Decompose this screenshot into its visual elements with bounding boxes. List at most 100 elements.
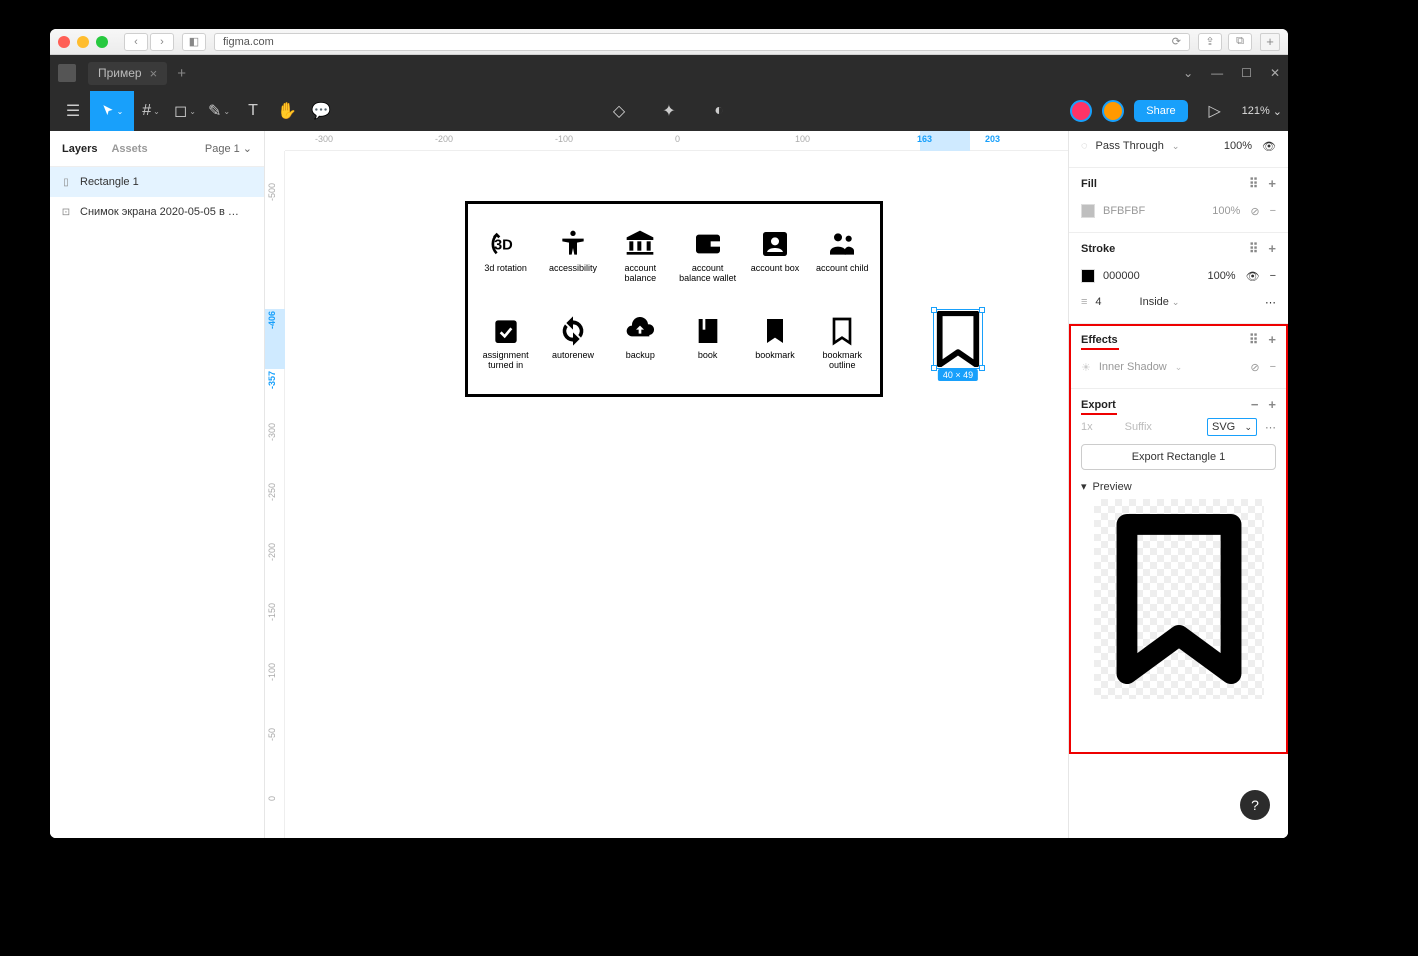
icon-row: assignment turned in autorenew backup bo… [472,315,876,371]
ruler-tick: -100 [267,663,277,681]
menu-button[interactable]: ☰ [56,91,90,131]
fullscreen-window-icon[interactable] [96,36,108,48]
layer-row[interactable]: ⊡ Снимок экрана 2020-05-05 в 00.... [50,197,264,227]
ruler-vertical: -500 -406 -357 -300 -250 -200 -150 -100 … [265,151,285,838]
present-button[interactable]: ▷ [1198,91,1232,131]
toolbar-right: Share ▷ 121% ⌄ [1070,91,1282,131]
reload-icon[interactable]: ⟳ [1172,35,1181,48]
tab-close-icon[interactable]: × [150,66,158,81]
chevron-down-icon: ⌄ [243,142,252,155]
add-icon[interactable]: + [1268,176,1276,192]
effect-settings-icon[interactable]: ☀ [1081,361,1091,374]
chevron-down-icon: ⌄ [1172,141,1180,152]
icon-cell: account balance [610,228,670,284]
styles-icon[interactable]: ⠿ [1249,332,1259,348]
resize-handle[interactable] [979,365,985,371]
pages-dropdown[interactable]: Page 1 ⌄ [205,142,252,155]
color-swatch[interactable] [1081,269,1095,283]
toolbar-center: ◇ ✦ ◐ [602,91,736,131]
close-icon[interactable]: ✕ [1270,66,1280,80]
more-icon[interactable]: ⋯ [1265,421,1276,434]
shape-tool[interactable]: ◻⌄ [168,91,202,131]
stroke-align-dropdown[interactable]: Inside ⌄ [1140,296,1180,308]
tab-layers[interactable]: Layers [62,143,97,155]
remove-icon[interactable]: − [1270,270,1276,282]
color-swatch[interactable] [1081,204,1095,218]
zoom-control[interactable]: 121% ⌄ [1242,105,1282,118]
selected-shape[interactable]: 40 × 49 [935,311,981,367]
stroke-weight-value[interactable]: 4 [1095,296,1101,308]
share-button[interactable]: Share [1134,100,1187,122]
ruler-tick: -300 [267,423,277,441]
avatar[interactable] [1102,100,1124,122]
canvas[interactable]: -300 -200 -100 0 100 163 203 -500 -406 -… [265,131,1068,838]
blend-mode-row[interactable]: ◌ Pass Through ⌄ 100% 👁 [1081,133,1276,159]
hidden-icon[interactable]: ⊘ [1250,205,1259,218]
help-button[interactable]: ? [1240,790,1270,820]
icon-label: autorenew [552,351,594,361]
text-tool[interactable]: T [236,91,270,131]
minimize-icon[interactable]: — [1211,66,1223,80]
visibility-icon[interactable]: 👁 [1262,140,1276,153]
styles-icon[interactable]: ⠿ [1249,241,1259,257]
mask-icon[interactable]: ✦ [652,91,686,131]
nav-buttons: ‹ › [124,33,174,51]
resize-handle[interactable] [931,365,937,371]
color-hex: BFBFBF [1103,205,1145,217]
minimize-window-icon[interactable] [77,36,89,48]
styles-icon[interactable]: ⠿ [1249,176,1259,192]
remove-icon[interactable]: − [1251,397,1259,412]
export-format-dropdown[interactable]: SVG ⌄ [1207,418,1257,436]
export-section: Export − + 1x Suffix SVG ⌄ [1069,389,1288,707]
close-window-icon[interactable] [58,36,70,48]
preview-toggle[interactable]: ▾ Preview [1081,480,1276,493]
stroke-color-row[interactable]: 000000 100% 👁 − [1081,263,1276,289]
export-suffix[interactable]: Suffix [1125,421,1152,433]
export-button[interactable]: Export Rectangle 1 [1081,444,1276,470]
add-icon[interactable]: + [1268,332,1276,348]
add-icon[interactable]: + [1268,397,1276,412]
tabs-icon[interactable]: ⧉ [1228,33,1252,51]
document-tab[interactable]: Пример × [88,62,167,85]
remove-icon[interactable]: − [1270,205,1276,217]
sidebar-toggle-button[interactable]: ◧ [182,33,206,51]
share-icon[interactable]: ⇪ [1198,33,1222,51]
avatar[interactable] [1070,100,1092,122]
fill-row[interactable]: BFBFBF 100% ⊘ − [1081,198,1276,224]
visibility-icon[interactable]: 👁 [1246,270,1260,283]
format-value: SVG [1212,421,1235,433]
figma-logo-icon[interactable] [58,64,76,82]
tab-assets[interactable]: Assets [111,143,147,155]
resize-handle[interactable] [979,307,985,313]
hidden-icon[interactable]: ⊘ [1250,361,1259,374]
export-scale[interactable]: 1x [1081,421,1093,433]
account-child-icon [826,228,858,260]
address-bar[interactable]: figma.com ⟳ [214,33,1190,51]
window-controls: ⌄ — ☐ ✕ [1183,66,1280,80]
icon-cell: assignment turned in [476,315,536,371]
pen-tool[interactable]: ✎⌄ [202,91,236,131]
layer-row[interactable]: ▯ Rectangle 1 [50,167,264,197]
forward-button[interactable]: › [150,33,174,51]
new-tab-button[interactable]: + [1260,33,1280,51]
rectangle-icon: ▯ [60,177,72,188]
resize-handle[interactable] [931,307,937,313]
more-icon[interactable]: ⋯ [1265,296,1276,309]
add-icon[interactable]: + [1268,241,1276,257]
pass-through-icon: ◌ [1081,140,1088,152]
color-hex: 000000 [1103,270,1140,282]
new-figma-tab-button[interactable]: + [177,65,186,82]
frame-tool[interactable]: #⌄ [134,91,168,131]
component-icon[interactable]: ◇ [602,91,636,131]
comment-tool[interactable]: 💬 [304,91,338,131]
export-settings-row: 1x Suffix SVG ⌄ ⋯ [1081,418,1276,436]
remove-icon[interactable]: − [1270,361,1276,373]
maximize-icon[interactable]: ☐ [1241,66,1252,80]
hand-tool[interactable]: ✋ [270,91,304,131]
boolean-icon[interactable]: ◐ [702,91,736,131]
back-button[interactable]: ‹ [124,33,148,51]
move-tool[interactable]: ⌄ [90,91,134,131]
effect-row[interactable]: ☀ Inner Shadow ⌄ ⊘ − [1081,354,1276,380]
opacity-value[interactable]: 100% [1224,140,1252,152]
chevron-down-icon[interactable]: ⌄ [1183,66,1193,80]
